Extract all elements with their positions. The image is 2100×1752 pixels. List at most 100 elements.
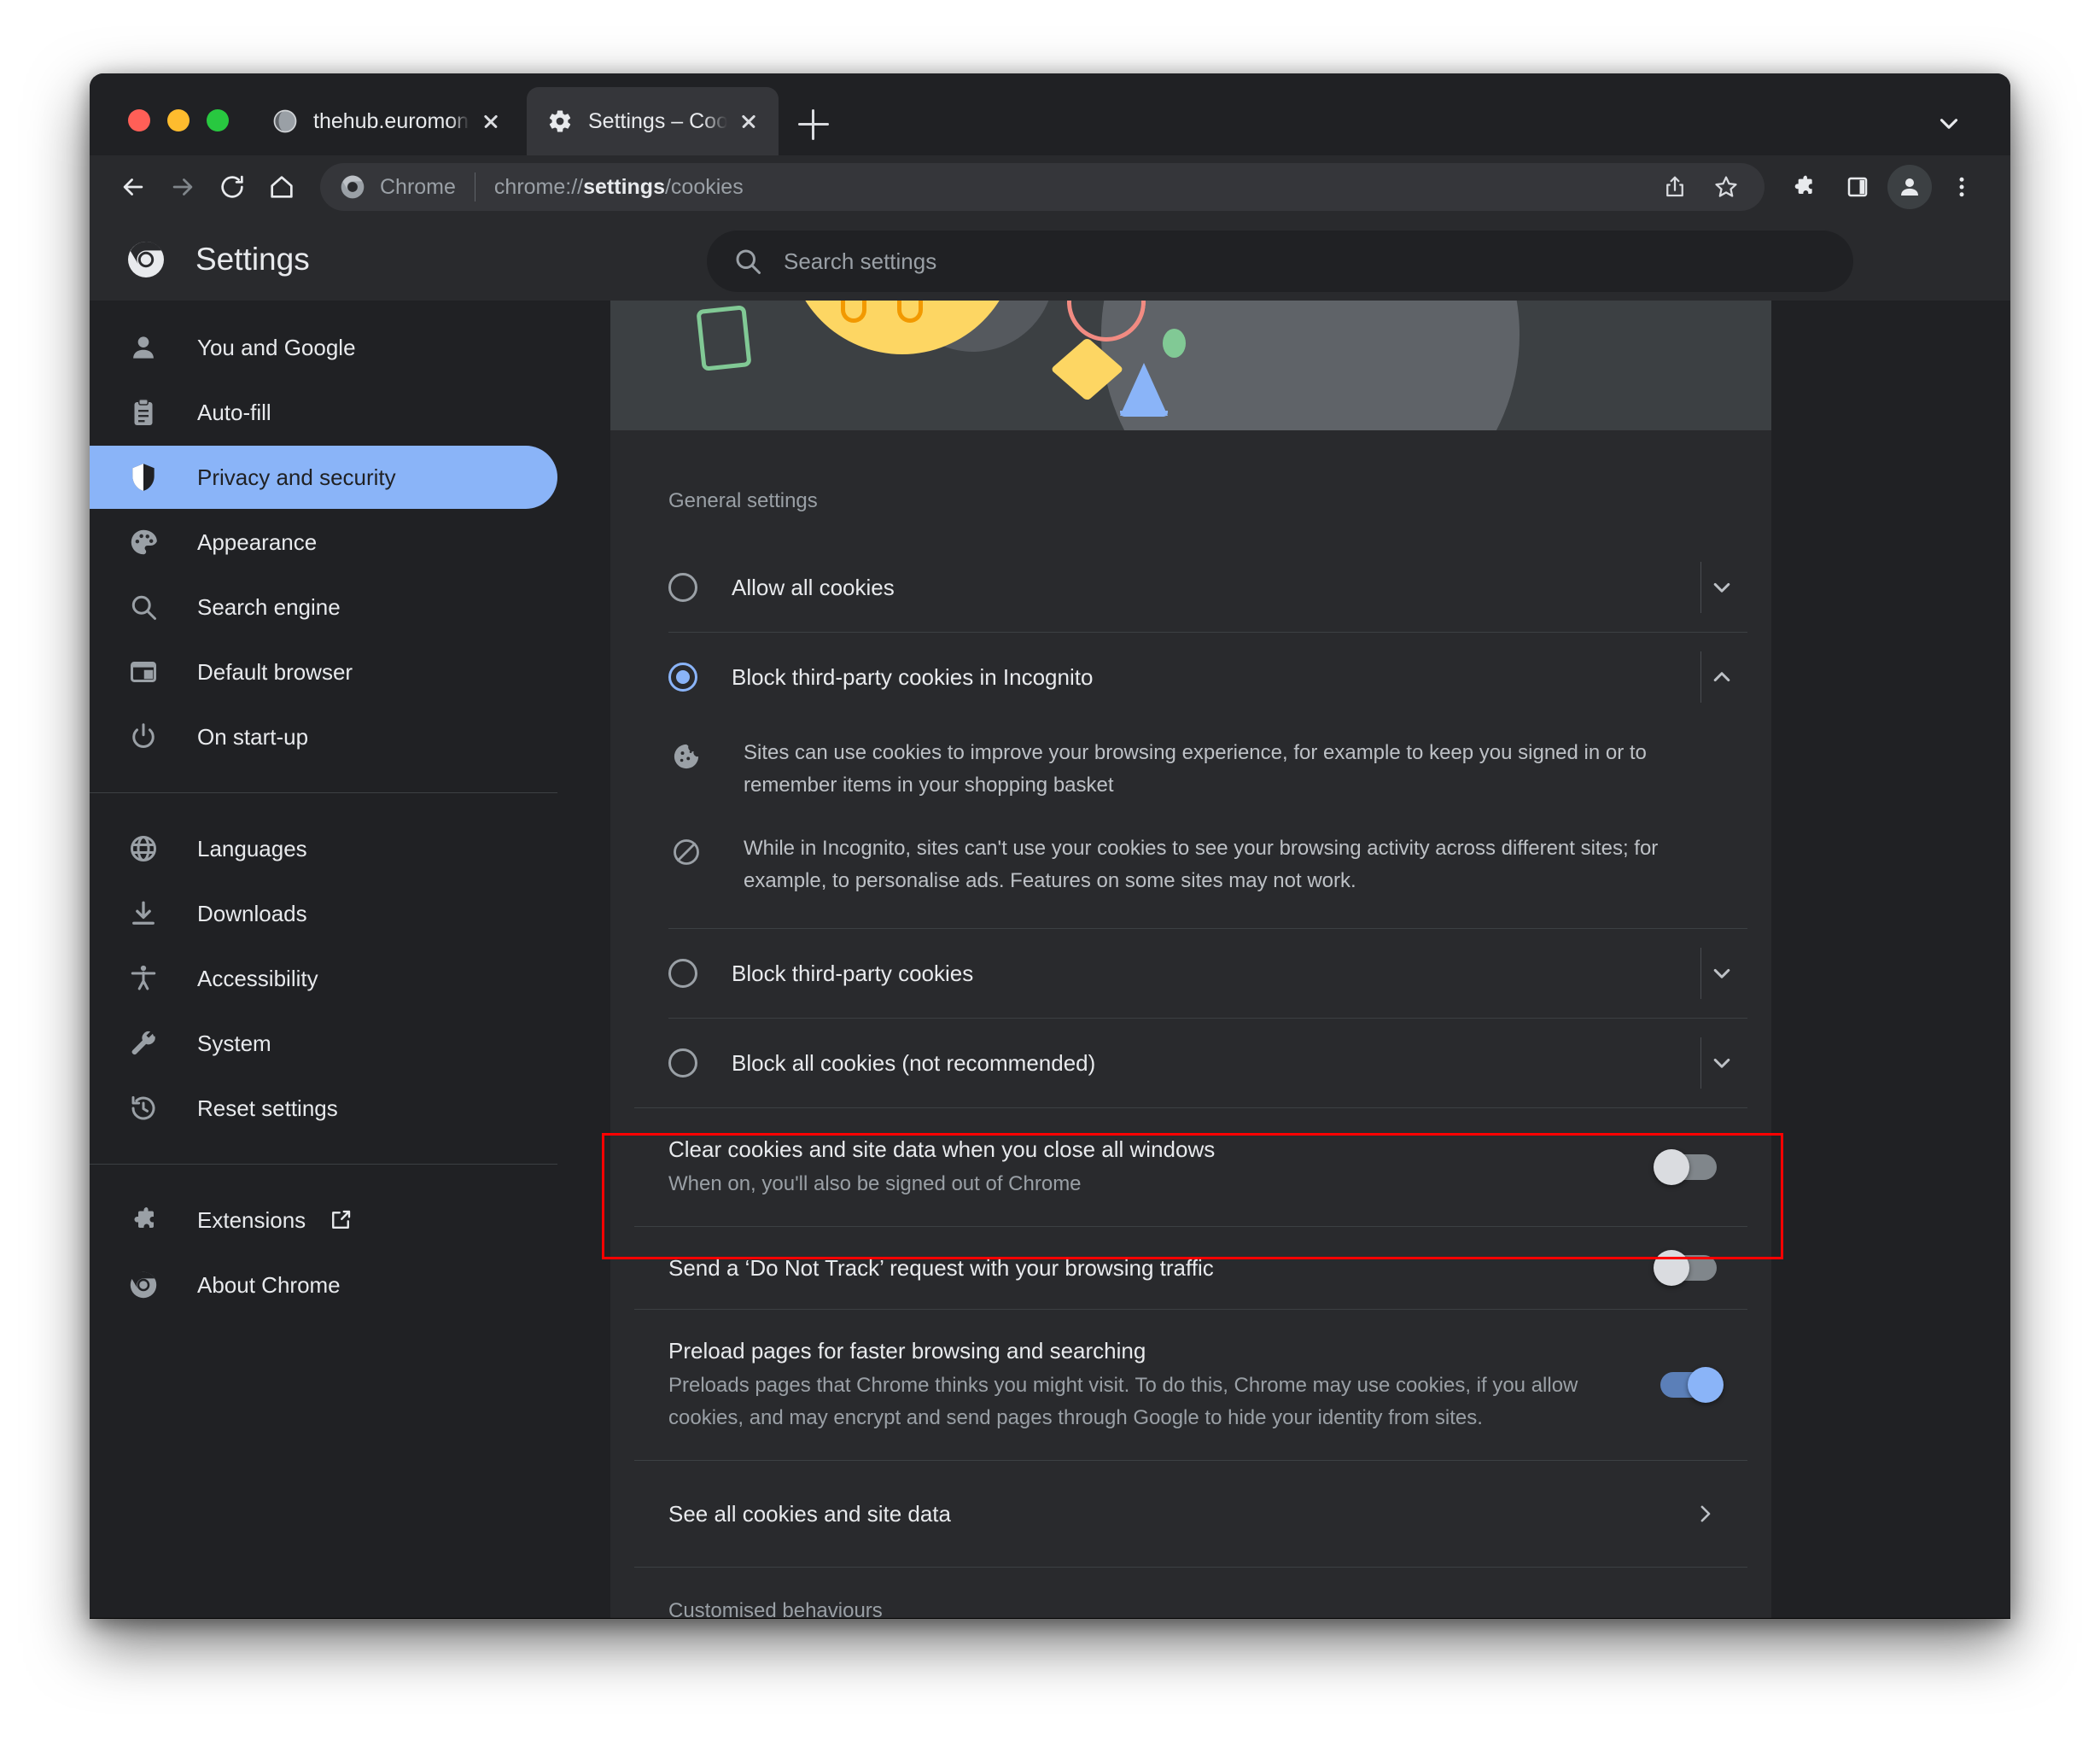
shield-icon	[125, 459, 161, 495]
power-icon	[125, 719, 161, 755]
sidebar-item-accessibility[interactable]: Accessibility	[90, 947, 557, 1010]
home-icon[interactable]	[257, 162, 306, 212]
sidebar-item-appearance[interactable]: Appearance	[90, 511, 557, 574]
three-dot-menu-icon[interactable]	[1937, 162, 1986, 212]
toggle-subtitle: Preloads pages that Chrome thinks you mi…	[668, 1374, 1578, 1429]
radio-allow-all-cookies[interactable]	[668, 573, 697, 602]
detail-text: While in Incognito, sites can't use your…	[744, 837, 1659, 892]
cookies-illustration-banner	[610, 301, 1771, 430]
tab-settings[interactable]: Settings – Cookies and other si	[527, 87, 779, 155]
globe-icon	[272, 108, 298, 134]
search-input[interactable]	[784, 248, 1828, 275]
settings-content-scroll-area[interactable]: General settings Allow all cookies Block…	[610, 301, 2010, 1619]
sidebar-item-privacy-and-security[interactable]: Privacy and security	[90, 446, 557, 509]
radio-row-block-third-party[interactable]: Block third-party cookies	[610, 929, 1771, 1018]
detail-cookies-usage: Sites can use cookies to improve your br…	[610, 721, 1771, 817]
radio-row-block-all-cookies[interactable]: Block all cookies (not recommended)	[610, 1019, 1771, 1107]
maximise-window-button[interactable]	[207, 109, 229, 131]
toggle-clear-cookies-on-close[interactable]	[1654, 1149, 1717, 1185]
sidebar-item-system[interactable]: System	[90, 1012, 557, 1075]
toggle-row-preload-pages[interactable]: Preload pages for faster browsing and se…	[610, 1310, 1771, 1460]
chevron-right-icon[interactable]	[1686, 1495, 1724, 1533]
radio-row-block-third-party-incognito[interactable]: Block third-party cookies in Incognito	[610, 633, 1771, 721]
person-icon	[125, 330, 161, 365]
puzzle-icon	[125, 1202, 161, 1238]
new-tab-button[interactable]	[798, 109, 829, 140]
star-icon[interactable]	[1701, 162, 1751, 212]
radio-label: Block third-party cookies in Incognito	[732, 664, 1094, 690]
address-bar[interactable]: Chrome chrome://settings/cookies	[320, 163, 1765, 211]
chevron-down-icon[interactable]	[1696, 948, 1747, 999]
illustration-green-ellipse	[1163, 329, 1186, 358]
detail-incognito-behaviour: While in Incognito, sites can't use your…	[610, 817, 1771, 913]
sidebar-item-downloads[interactable]: Downloads	[90, 882, 557, 945]
sidebar-item-label: Privacy and security	[197, 464, 396, 490]
radio-block-all-cookies[interactable]	[668, 1048, 697, 1077]
tab-thehub[interactable]: thehub.euromoneyplc.com	[252, 87, 521, 155]
chrome-icon	[125, 239, 166, 280]
radio-block-third-party[interactable]	[668, 959, 697, 988]
general-settings-title: General settings	[668, 489, 818, 512]
profile-avatar-button[interactable]	[1887, 165, 1932, 209]
settings-body: You and Google Auto-fill Privacy and sec…	[90, 301, 2010, 1619]
detail-text: Sites can use cookies to improve your br…	[744, 741, 1647, 797]
sidebar-item-auto-fill[interactable]: Auto-fill	[90, 381, 557, 444]
row-divider	[1700, 948, 1701, 999]
sidebar-item-label: Auto-fill	[197, 400, 271, 425]
search-icon	[732, 246, 763, 277]
sidebar-item-search-engine[interactable]: Search engine	[90, 575, 557, 639]
history-icon	[125, 1090, 161, 1126]
sidebar-item-extensions[interactable]: Extensions	[90, 1188, 557, 1252]
toggle-row-do-not-track[interactable]: Send a ‘Do Not Track’ request with your …	[610, 1227, 1771, 1309]
radio-expanded-details: Sites can use cookies to improve your br…	[610, 721, 1771, 928]
close-icon[interactable]	[476, 107, 505, 136]
window-bottom-edge	[90, 1618, 2010, 1619]
window-traffic-lights	[128, 109, 229, 131]
chevron-down-icon[interactable]	[1934, 109, 1963, 138]
puzzle-icon[interactable]	[1778, 162, 1828, 212]
sidebar-item-languages[interactable]: Languages	[90, 817, 557, 880]
toggle-row-clear-cookies-on-close[interactable]: Clear cookies and site data when you clo…	[610, 1108, 1771, 1226]
chrome-icon	[125, 1267, 161, 1303]
back-arrow-icon[interactable]	[108, 162, 158, 212]
radio-block-third-party-incognito[interactable]	[668, 663, 697, 692]
share-icon[interactable]	[1650, 162, 1700, 212]
side-panel-icon[interactable]	[1833, 162, 1882, 212]
sidebar-item-on-start-up[interactable]: On start-up	[90, 705, 557, 768]
browser-toolbar: Chrome chrome://settings/cookies	[90, 155, 2010, 219]
wrench-icon	[125, 1025, 161, 1061]
tab-title: thehub.euromoneyplc.com	[313, 109, 470, 133]
reload-icon[interactable]	[207, 162, 257, 212]
sidebar-item-you-and-google[interactable]: You and Google	[90, 316, 557, 379]
chevron-down-icon[interactable]	[1696, 562, 1747, 613]
chevron-up-icon[interactable]	[1696, 651, 1747, 703]
link-label: See all cookies and site data	[668, 1501, 951, 1527]
omnibox-url: chrome://settings/cookies	[494, 173, 1650, 201]
sidebar-item-reset-settings[interactable]: Reset settings	[90, 1077, 557, 1140]
radio-row-allow-all-cookies[interactable]: Allow all cookies	[610, 543, 1771, 632]
sidebar-item-default-browser[interactable]: Default browser	[90, 640, 557, 704]
sidebar-item-label: Accessibility	[197, 966, 318, 991]
url-suffix: /cookies	[664, 175, 744, 199]
clipboard-icon	[125, 394, 161, 430]
illustration-green-rectangle	[696, 305, 752, 371]
close-window-button[interactable]	[128, 109, 150, 131]
close-icon[interactable]	[734, 107, 763, 136]
toggle-preload-pages[interactable]	[1660, 1367, 1724, 1403]
sidebar-item-label: Downloads	[197, 901, 307, 926]
url-prefix: chrome://	[493, 175, 584, 199]
sidebar-item-about-chrome[interactable]: About Chrome	[90, 1253, 557, 1317]
browser-icon	[125, 654, 161, 690]
settings-header: Settings	[90, 219, 2010, 301]
minimise-window-button[interactable]	[167, 109, 190, 131]
toggle-do-not-track[interactable]	[1654, 1250, 1717, 1286]
search-settings-box[interactable]	[707, 231, 1853, 292]
cookie-icon	[668, 739, 704, 774]
radio-label: Block third-party cookies	[732, 961, 974, 986]
row-divider	[1700, 562, 1701, 613]
link-row-see-all-cookies[interactable]: See all cookies and site data	[610, 1461, 1771, 1567]
customised-behaviours-title: Customised behaviours	[668, 1599, 883, 1619]
forward-arrow-icon[interactable]	[158, 162, 207, 212]
toggle-title: Send a ‘Do Not Track’ request with your …	[668, 1255, 1214, 1281]
chevron-down-icon[interactable]	[1696, 1037, 1747, 1089]
